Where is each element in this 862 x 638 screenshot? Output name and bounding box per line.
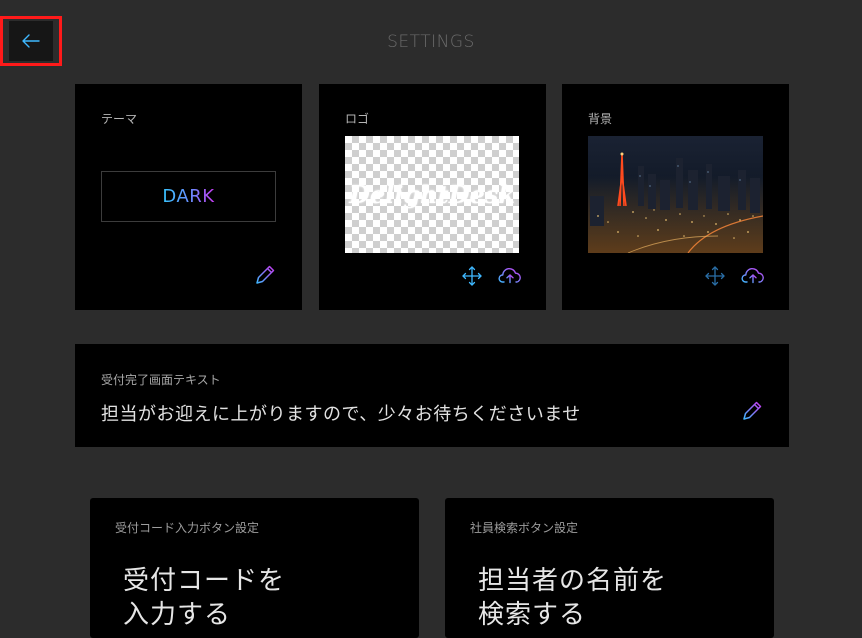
- search-button-settings-card[interactable]: 社員検索ボタン設定 担当者の名前を 検索する: [445, 498, 774, 638]
- move-arrows-icon[interactable]: [461, 265, 483, 287]
- pencil-icon[interactable]: [254, 264, 276, 286]
- code-button-text: 受付コードを 入力する: [123, 566, 286, 630]
- theme-value-box[interactable]: DARK: [101, 171, 276, 222]
- city-night-image: [588, 136, 763, 253]
- background-card: 背景: [562, 84, 789, 310]
- logo-card-label: ロゴ: [345, 112, 370, 126]
- page-title: SETTINGS: [387, 32, 475, 52]
- code-button-settings-card[interactable]: 受付コード入力ボタン設定 受付コードを 入力する: [90, 498, 419, 638]
- completion-text-card: 受付完了画面テキスト 担当がお迎えに上がりますので、少々お待ちくださいませ: [75, 344, 789, 447]
- cloud-upload-icon[interactable]: [741, 265, 765, 285]
- theme-value: DARK: [162, 186, 215, 207]
- completion-text-label: 受付完了画面テキスト: [101, 373, 221, 387]
- cloud-upload-icon[interactable]: [498, 265, 522, 285]
- logo-card: ロゴ DelightDesk: [319, 84, 546, 310]
- background-card-label: 背景: [588, 112, 613, 126]
- search-button-text: 担当者の名前を 検索する: [478, 566, 668, 630]
- code-button-settings-label: 受付コード入力ボタン設定: [115, 521, 260, 535]
- completion-text-value: 担当がお迎えに上がりますので、少々お待ちくださいませ: [101, 404, 581, 425]
- background-preview-image[interactable]: [588, 136, 763, 253]
- theme-card: テーマ DARK: [75, 84, 302, 310]
- logo-preview[interactable]: DelightDesk: [345, 136, 519, 253]
- pencil-icon[interactable]: [741, 400, 763, 422]
- logo-image-text: DelightDesk: [349, 180, 515, 209]
- search-button-settings-label: 社員検索ボタン設定: [470, 521, 579, 535]
- theme-card-label: テーマ: [101, 112, 138, 126]
- move-arrows-icon[interactable]: [704, 265, 726, 287]
